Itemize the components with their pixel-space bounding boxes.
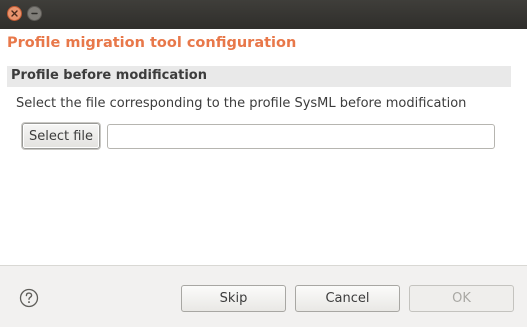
file-path-input[interactable] <box>107 124 495 149</box>
ok-button[interactable]: OK <box>409 285 514 312</box>
page-title: Profile migration tool configuration <box>7 35 297 51</box>
title-bar <box>0 0 527 29</box>
help-icon <box>19 288 39 308</box>
select-file-button[interactable]: Select file <box>21 122 101 150</box>
section-description: Select the file corresponding to the pro… <box>16 96 467 111</box>
dialog-body: Profile before modification Select the f… <box>0 59 527 265</box>
close-window-button[interactable] <box>7 6 22 21</box>
cancel-button[interactable]: Cancel <box>295 285 400 312</box>
minimize-window-button[interactable] <box>27 6 42 21</box>
section-header: Profile before modification <box>7 66 511 87</box>
skip-button[interactable]: Skip <box>181 285 286 312</box>
button-bar: Skip Cancel OK <box>0 265 527 327</box>
close-icon <box>11 10 18 17</box>
dialog-header: Profile migration tool configuration <box>0 29 527 59</box>
section-title: Profile before modification <box>11 68 207 83</box>
help-button[interactable] <box>19 288 39 308</box>
dialog-window: Profile migration tool configuration Pro… <box>0 0 527 327</box>
minimize-icon <box>31 12 38 15</box>
